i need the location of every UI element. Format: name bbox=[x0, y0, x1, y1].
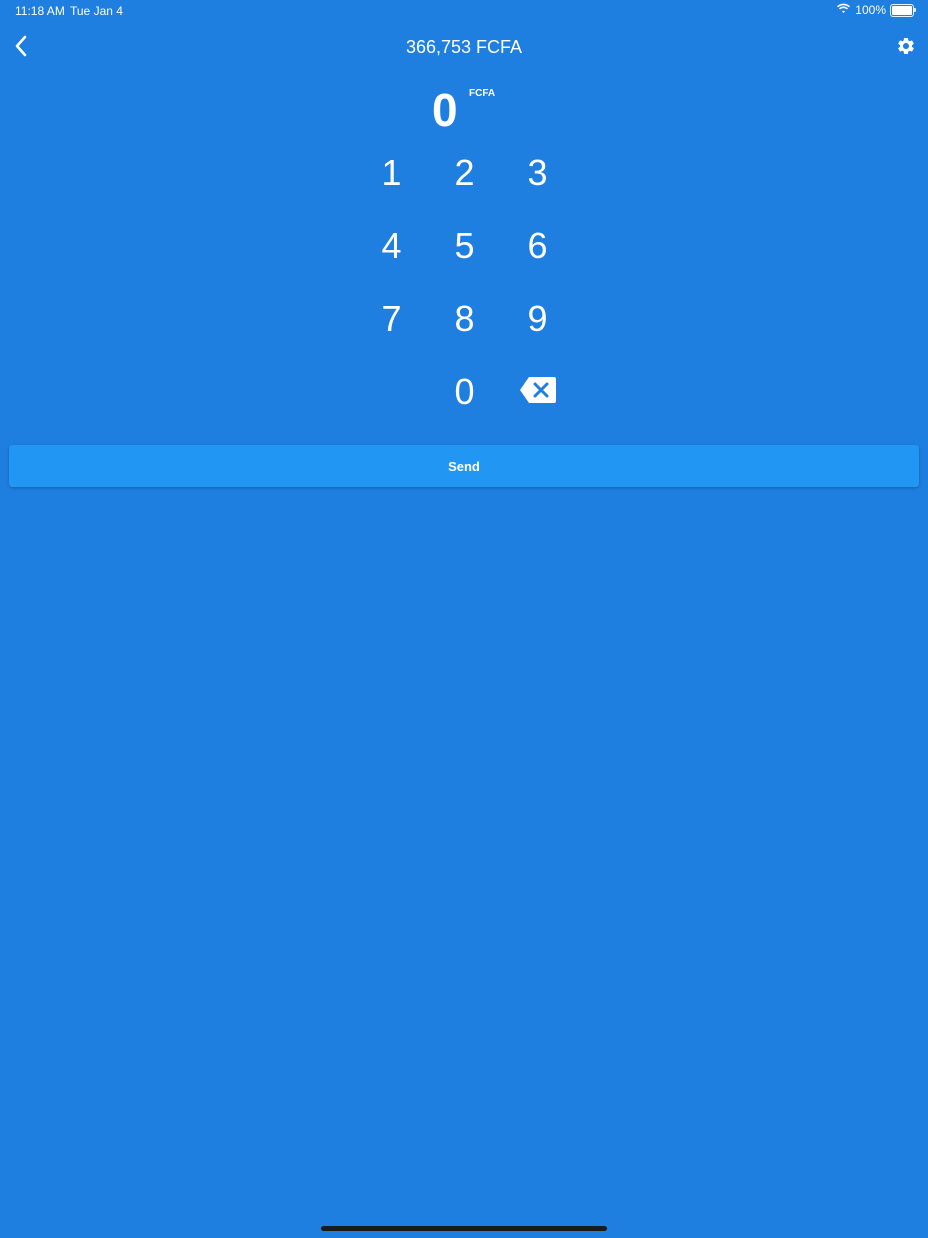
key-7[interactable]: 7 bbox=[355, 282, 428, 355]
balance-title: 366,753 FCFA bbox=[405, 37, 523, 57]
backspace-icon bbox=[519, 371, 557, 413]
settings-button[interactable] bbox=[894, 36, 918, 60]
amount-value: 0 bbox=[432, 84, 458, 136]
status-date: Tue Jan 4 bbox=[70, 4, 123, 18]
key-5[interactable]: 5 bbox=[428, 209, 501, 282]
key-3[interactable]: 3 bbox=[501, 136, 574, 209]
key-2[interactable]: 2 bbox=[428, 136, 501, 209]
status-bar: 11:18 AM Tue Jan 4 100% bbox=[0, 0, 928, 22]
battery-icon bbox=[890, 3, 916, 17]
amount-currency: FCFA bbox=[469, 88, 496, 99]
key-6[interactable]: 6 bbox=[501, 209, 574, 282]
nav-bar: 366,753 FCFA bbox=[0, 28, 928, 68]
wifi-icon bbox=[836, 3, 851, 17]
numeric-keypad: 1 2 3 4 5 6 7 8 9 0 bbox=[355, 136, 573, 428]
backspace-button[interactable] bbox=[501, 355, 574, 428]
send-button[interactable]: Send bbox=[9, 445, 919, 487]
amount-display: 0 FCFA bbox=[0, 82, 928, 138]
status-time: 11:18 AM bbox=[15, 4, 65, 18]
key-9[interactable]: 9 bbox=[501, 282, 574, 355]
battery-percentage: 100% bbox=[855, 3, 886, 17]
key-4[interactable]: 4 bbox=[355, 209, 428, 282]
key-1[interactable]: 1 bbox=[355, 136, 428, 209]
key-8[interactable]: 8 bbox=[428, 282, 501, 355]
home-indicator bbox=[321, 1226, 607, 1231]
gear-icon bbox=[896, 36, 916, 61]
status-indicators: 100% bbox=[836, 3, 916, 17]
key-empty bbox=[355, 355, 428, 428]
key-0[interactable]: 0 bbox=[428, 355, 501, 428]
